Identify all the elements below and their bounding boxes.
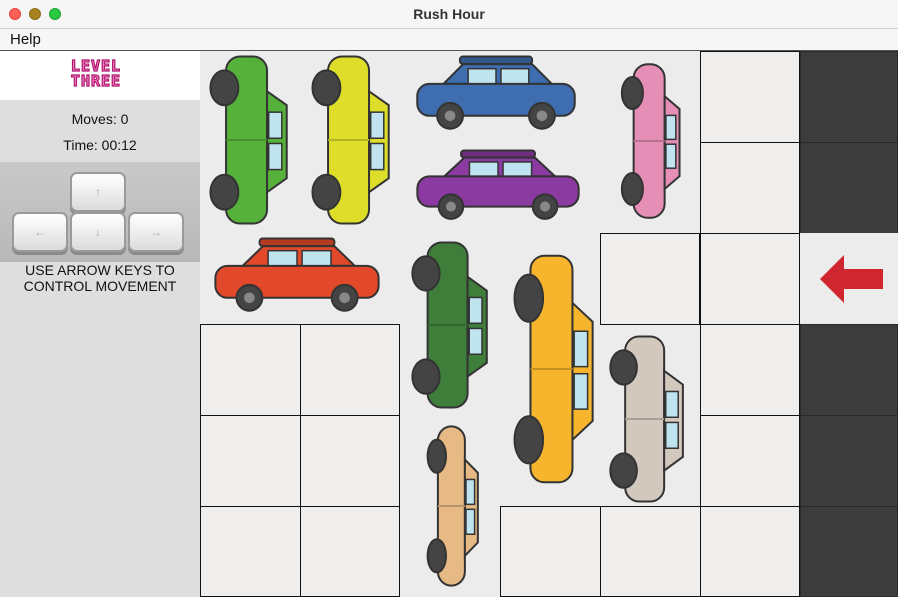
yellow-car[interactable] xyxy=(310,53,392,227)
orange-car-icon xyxy=(513,254,594,484)
purple-car-icon xyxy=(416,149,580,220)
tan-car[interactable] xyxy=(426,423,480,589)
game-board xyxy=(200,51,898,597)
blue-car-icon xyxy=(416,55,576,130)
board-cell xyxy=(700,415,800,507)
yellow-car-icon xyxy=(311,55,390,225)
up-arrow-key-icon: ↑ xyxy=(70,172,126,212)
board-cell xyxy=(700,142,800,234)
orange-car[interactable] xyxy=(512,251,596,487)
board-cell xyxy=(700,506,800,597)
pink-car[interactable] xyxy=(620,61,682,221)
silver-car[interactable] xyxy=(608,333,686,505)
board-cell xyxy=(700,233,800,325)
window-title: Rush Hour xyxy=(413,6,485,22)
arrow-keys-image: ↑ ← ↓ → xyxy=(0,162,200,262)
instructions-line-2: CONTROL MOVEMENT xyxy=(23,278,177,294)
wall-cell xyxy=(800,324,898,416)
wall-cell xyxy=(800,51,898,143)
green-car-icon xyxy=(209,55,288,225)
silver-car-icon xyxy=(609,335,684,503)
board-cell xyxy=(200,506,301,597)
dark-green-car-icon xyxy=(411,241,488,409)
logo-line-2: THREE xyxy=(71,72,121,90)
instructions: USE ARROW KEYS TO CONTROL MOVEMENT xyxy=(0,262,200,294)
down-arrow-key-icon: ↓ xyxy=(70,212,126,252)
wall-cell xyxy=(800,415,898,507)
purple-car[interactable] xyxy=(414,149,582,221)
right-arrow-key-icon: → xyxy=(128,212,184,252)
red-car[interactable] xyxy=(212,237,382,313)
moves-counter: Moves: 0 xyxy=(71,111,129,127)
board-cell xyxy=(500,506,601,597)
wall-cell xyxy=(800,142,898,234)
green-car[interactable] xyxy=(208,53,290,227)
board-cell xyxy=(300,324,400,416)
wall-cell xyxy=(800,506,898,597)
menu-help[interactable]: Help xyxy=(10,31,41,48)
exit-cell xyxy=(800,233,898,325)
pink-car-icon xyxy=(620,63,681,219)
dark-green-car[interactable] xyxy=(410,239,490,411)
tan-car-icon xyxy=(426,425,479,587)
level-logo: LEVEL THREE xyxy=(0,51,200,100)
board-cell xyxy=(600,233,700,325)
board-cell xyxy=(200,415,301,507)
exit-arrow-icon xyxy=(820,255,883,303)
board-cell xyxy=(600,506,701,597)
board-cell xyxy=(700,51,800,143)
red-car-icon xyxy=(214,237,380,312)
blue-car[interactable] xyxy=(414,55,578,131)
board-cell xyxy=(700,324,800,416)
sidebar: LEVEL THREE Moves: 0 Time: 00:12 ↑ ← ↓ →… xyxy=(0,51,200,597)
board-cell xyxy=(300,506,400,597)
left-arrow-key-icon: ← xyxy=(12,212,68,252)
board-cell xyxy=(300,415,400,507)
menu-bar: Help xyxy=(0,29,898,51)
instructions-line-1: USE ARROW KEYS TO xyxy=(25,262,175,278)
timer: Time: 00:12 xyxy=(63,137,137,153)
board-cell xyxy=(200,324,301,416)
title-bar: Rush Hour xyxy=(0,0,898,29)
